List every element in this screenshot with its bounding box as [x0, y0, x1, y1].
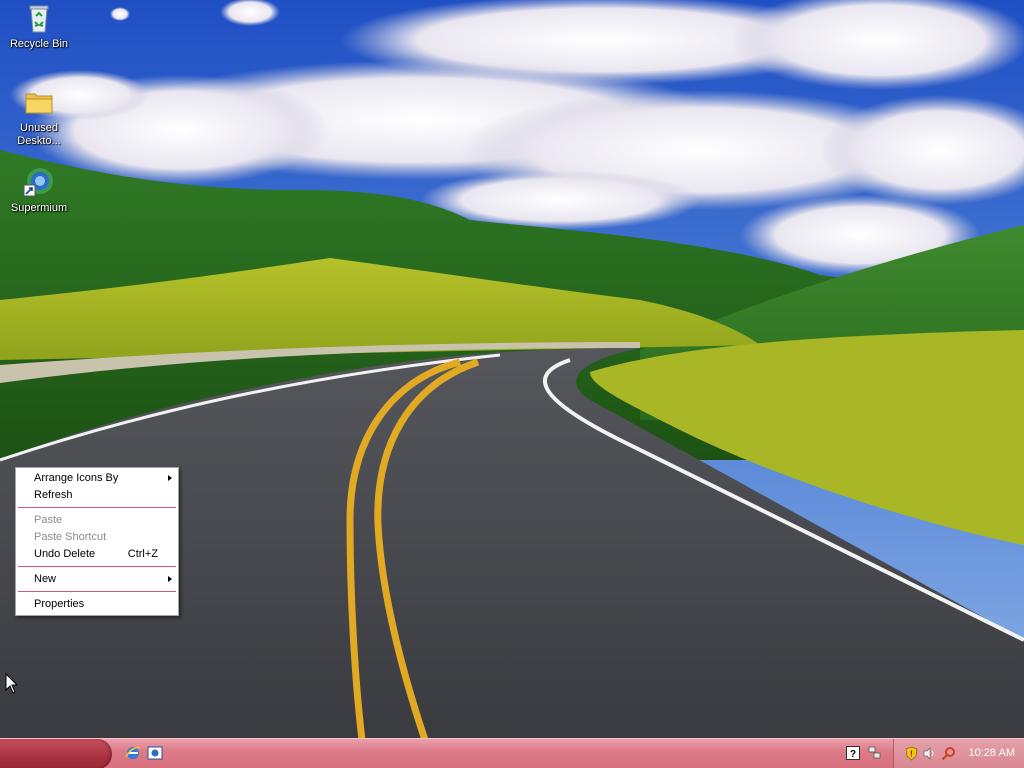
submenu-arrow-icon [168, 576, 172, 582]
taskbar-clock[interactable]: 10:28 AM [969, 747, 1015, 759]
taskbar: ? ! 10:28 AM [0, 738, 1024, 768]
menu-item-properties[interactable]: Properties [16, 596, 178, 613]
menu-separator [18, 566, 176, 567]
desktop-icon-label: Unused Deskto... [17, 122, 61, 147]
help-icon[interactable]: ? [846, 746, 860, 760]
desktop-icon-label: Supermium [10, 202, 68, 214]
menu-item-label: Arrange Icons By [34, 472, 119, 484]
menu-item-label: Paste Shortcut [34, 531, 107, 543]
system-tray: ! 10:28 AM [893, 739, 1024, 768]
menu-item-label: Refresh [34, 489, 73, 501]
desktop-icon-supermium[interactable]: Supermium [2, 166, 76, 215]
start-button[interactable] [0, 739, 112, 768]
menu-item-paste-shortcut[interactable]: Paste Shortcut [16, 529, 178, 546]
recycle-bin-icon [23, 2, 55, 34]
menu-item-arrange-icons-by[interactable]: Arrange Icons By [16, 470, 178, 487]
menu-item-refresh[interactable]: Refresh [16, 487, 178, 504]
submenu-arrow-icon [168, 475, 172, 481]
desktop-icon-unused-desktop-shortcuts[interactable]: Unused Deskto... [2, 86, 76, 148]
menu-item-label: Paste [34, 514, 63, 526]
menu-separator [18, 507, 176, 508]
desktop-icon-recycle-bin[interactable]: Recycle Bin [2, 2, 76, 51]
internet-explorer-icon[interactable] [125, 745, 141, 761]
desktop[interactable]: Recycle Bin Unused Deskto... Supermium A… [0, 0, 1024, 768]
menu-item-label: Undo Delete [34, 548, 96, 560]
supermium-browser-icon [23, 166, 55, 198]
wallpaper [0, 0, 1024, 740]
menu-item-shortcut: Ctrl+Z [127, 548, 158, 560]
desktop-icon-label: Recycle Bin [9, 38, 69, 50]
svg-text:?: ? [850, 749, 856, 760]
volume-icon[interactable] [922, 746, 937, 761]
desktop-context-menu: Arrange Icons By Refresh Paste Paste Sho… [15, 467, 179, 616]
svg-text:!: ! [910, 750, 913, 759]
menu-item-label: New [34, 573, 57, 585]
show-desktop-icon[interactable] [147, 745, 163, 761]
network-icon[interactable] [868, 746, 882, 760]
search-icon[interactable] [941, 746, 956, 761]
security-shield-icon[interactable]: ! [904, 746, 919, 761]
menu-item-new[interactable]: New [16, 571, 178, 588]
menu-item-undo-delete[interactable]: Undo Delete Ctrl+Z [16, 546, 178, 563]
menu-separator [18, 591, 176, 592]
menu-item-paste[interactable]: Paste [16, 512, 178, 529]
folder-icon [23, 86, 55, 118]
menu-item-label: Properties [34, 598, 85, 610]
mouse-pointer-icon [5, 673, 19, 694]
